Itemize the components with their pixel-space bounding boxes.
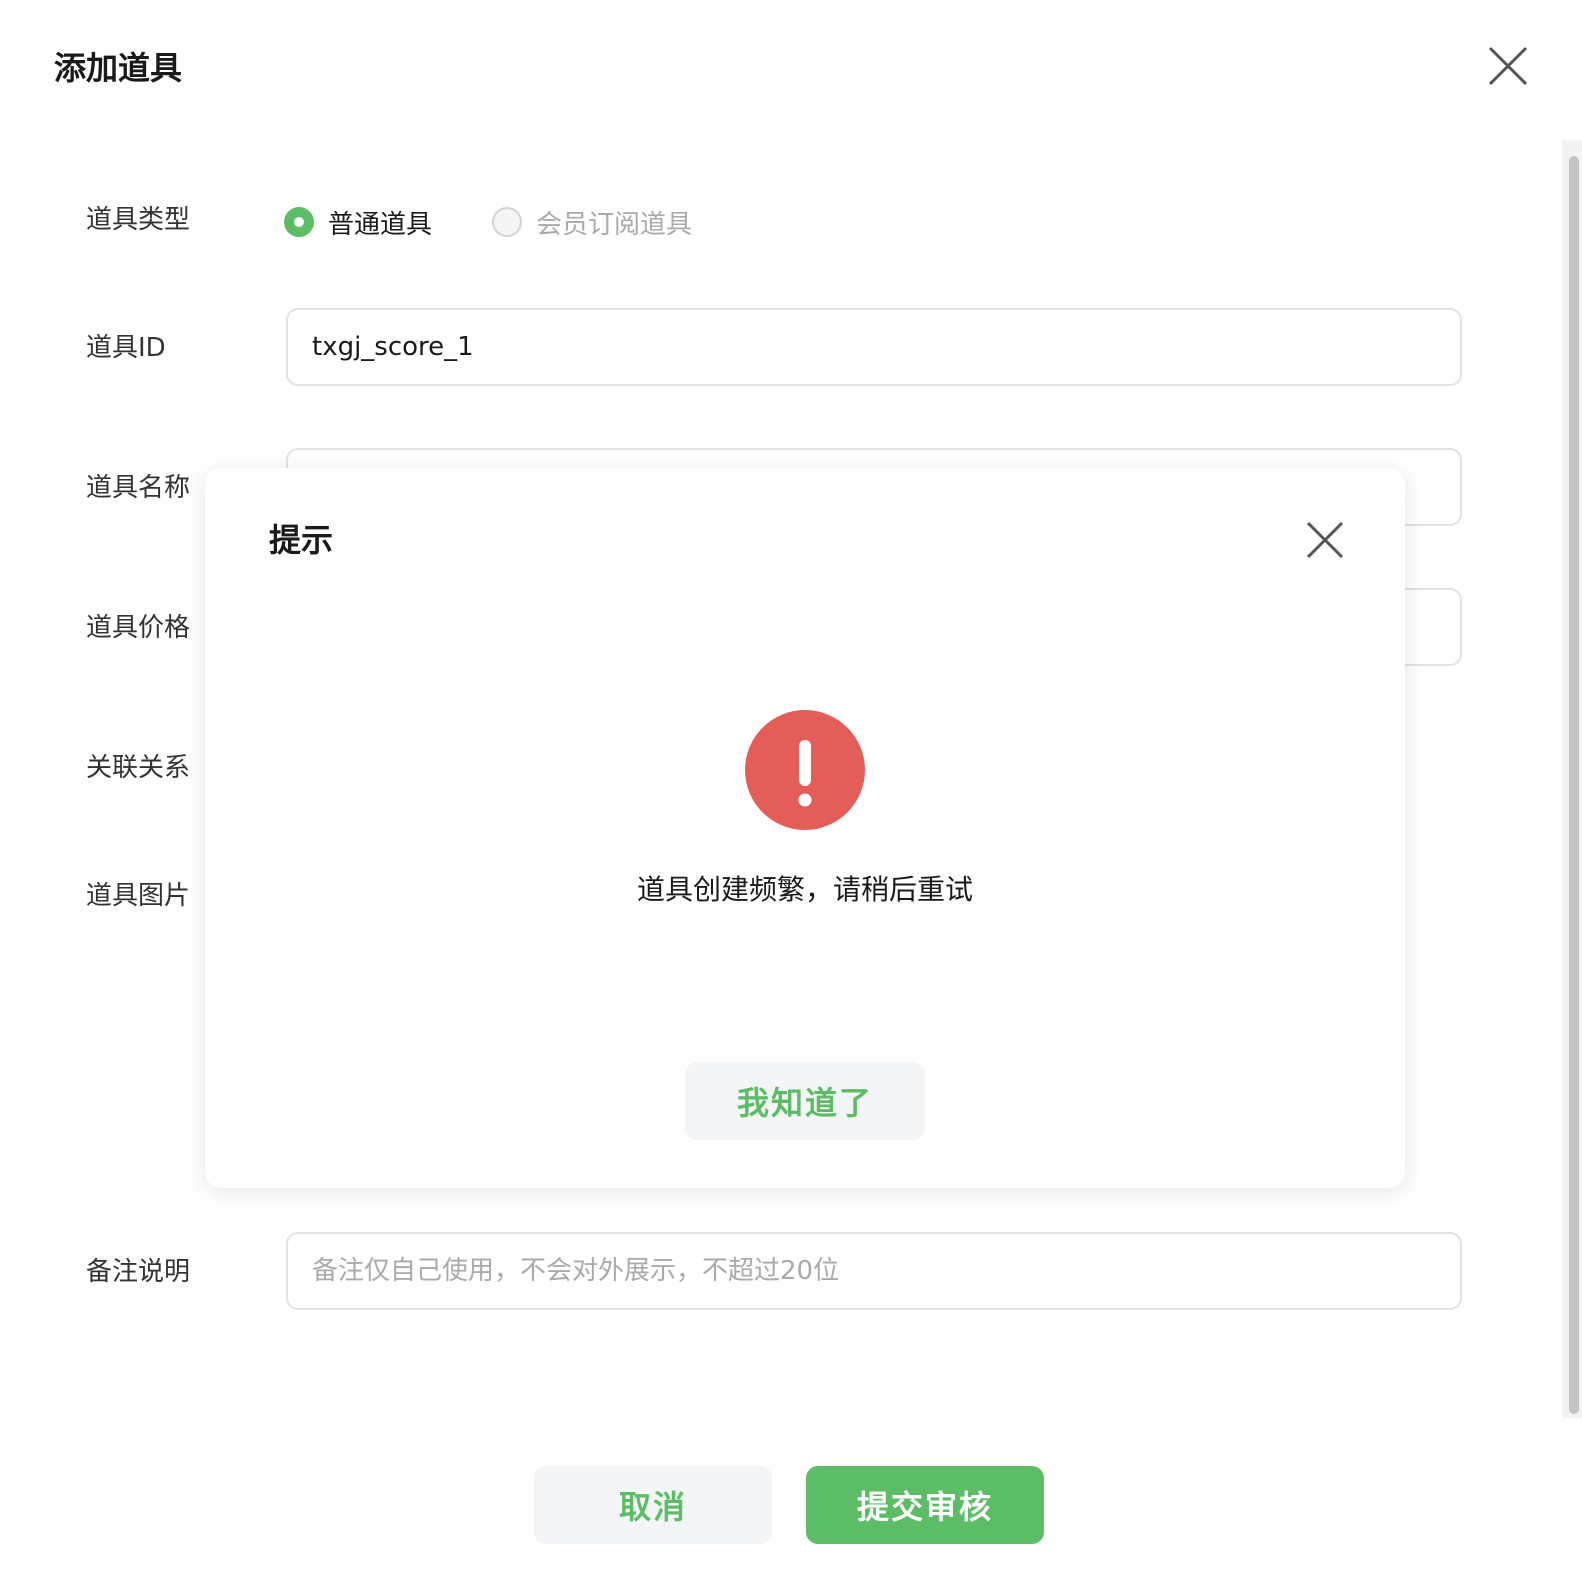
item-image-label: 道具图片 <box>86 881 191 911</box>
item-id-label: 道具ID <box>86 333 166 363</box>
modal-close-icon[interactable] <box>1305 520 1345 560</box>
item-id-input[interactable]: txgj_score_1 <box>286 308 1462 386</box>
warning-icon <box>745 710 865 830</box>
remark-label: 备注说明 <box>86 1257 191 1287</box>
submit-review-button[interactable]: 提交审核 <box>806 1466 1044 1544</box>
modal-message: 道具创建频繁，请稍后重试 <box>636 873 973 906</box>
radio-membership-item-label: 会员订阅道具 <box>536 209 693 240</box>
cancel-button[interactable]: 取消 <box>534 1466 772 1544</box>
radio-normal-item[interactable]: 普通道具 <box>284 204 432 241</box>
item-type-radio-group: 普通道具 会员订阅道具 <box>284 200 752 244</box>
radio-unchecked-icon <box>492 207 523 237</box>
item-price-label: 道具价格 <box>86 613 191 643</box>
scrollbar-thumb[interactable] <box>1569 156 1579 1414</box>
add-item-dialog: 添加道具 道具类型 普通道具 会员订阅道具 道具ID txgj_score_1 … <box>0 0 1582 1594</box>
item-name-label: 道具名称 <box>86 473 191 503</box>
radio-membership-item[interactable]: 会员订阅道具 <box>492 204 692 241</box>
item-type-label: 道具类型 <box>86 205 191 235</box>
dialog-title: 添加道具 <box>54 49 183 87</box>
relation-label: 关联关系 <box>86 753 191 783</box>
remark-input[interactable]: 备注仅自己使用，不会对外展示，不超过20位 <box>286 1232 1462 1310</box>
alert-modal: 提示 道具创建频繁，请稍后重试 我知道了 <box>205 468 1405 1188</box>
radio-normal-item-label: 普通道具 <box>328 209 433 240</box>
radio-checked-icon <box>284 207 314 237</box>
acknowledge-button[interactable]: 我知道了 <box>685 1062 925 1140</box>
close-icon[interactable] <box>1486 44 1530 88</box>
modal-title: 提示 <box>269 521 334 559</box>
